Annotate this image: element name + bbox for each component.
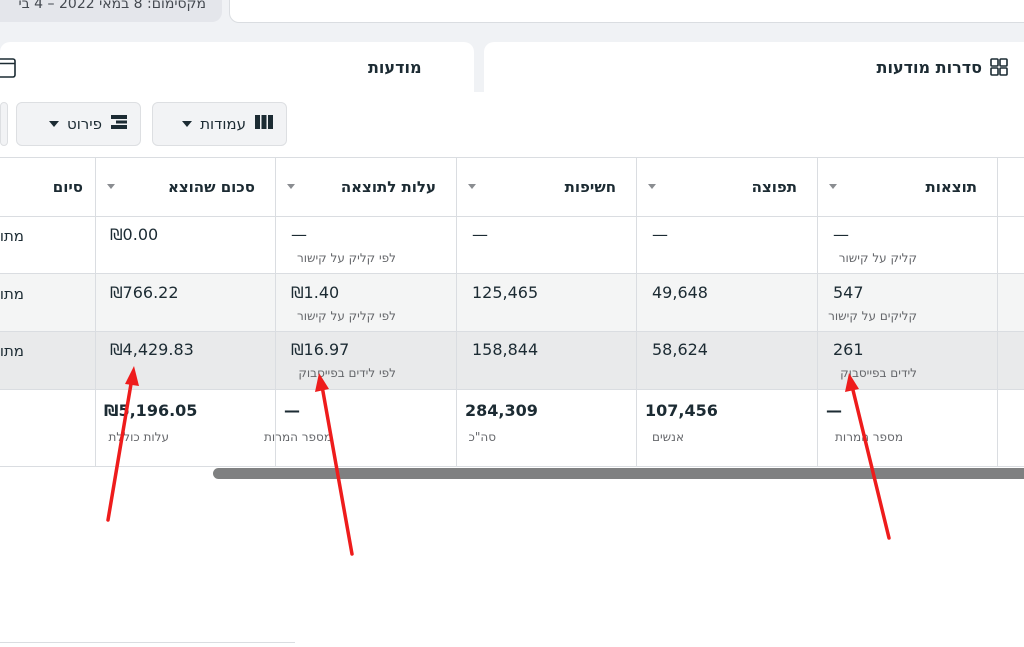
breakdown-button[interactable]: פירוט bbox=[16, 102, 141, 146]
reach-value: — bbox=[652, 225, 668, 244]
impressions-value: 125,465 bbox=[472, 283, 539, 302]
date-range-picker[interactable]: מקסימום: 8 במאי 2022 – 4 בי bbox=[0, 0, 222, 22]
tab-ad-sets-label: סדרות מודעות bbox=[876, 57, 982, 77]
spent-value: ₪0.00 bbox=[110, 225, 159, 244]
column-header-ends[interactable]: סיום bbox=[0, 157, 95, 216]
sort-icon[interactable] bbox=[107, 184, 115, 189]
impressions-value: 158,844 bbox=[472, 340, 539, 359]
ad-sets-icon bbox=[990, 58, 1008, 76]
reach-value: 49,648 bbox=[652, 283, 708, 302]
header-bottom-border bbox=[0, 216, 1024, 217]
column-header-amount-spent[interactable]: סכום שהוצא bbox=[95, 157, 275, 216]
cost-type: לפי קליק על קישור bbox=[296, 251, 396, 265]
results-type: לידים בפייסבוק bbox=[840, 366, 917, 380]
column-divider bbox=[997, 157, 998, 467]
sort-icon[interactable] bbox=[829, 184, 837, 189]
filter-search-box[interactable] bbox=[229, 0, 1024, 23]
columns-button[interactable]: עמודות bbox=[152, 102, 287, 146]
breakdown-label: פירוט bbox=[66, 115, 102, 133]
total-impressions-value: 284,309 bbox=[465, 401, 538, 420]
toolbar-button-partial[interactable] bbox=[0, 102, 8, 146]
row-border bbox=[0, 331, 1024, 332]
total-impressions-label: סה"כ bbox=[468, 430, 497, 444]
cost-type: לפי קליק על קישור bbox=[296, 309, 396, 323]
annotation-arrow-results bbox=[845, 373, 891, 540]
tab-ad-sets[interactable]: סדרות מודעות bbox=[484, 42, 1024, 92]
spent-value: ₪4,429.83 bbox=[110, 340, 194, 359]
total-spent-label: עלות כוללת bbox=[108, 430, 169, 444]
sort-icon[interactable] bbox=[648, 184, 656, 189]
ends-value: מתו bbox=[0, 227, 24, 245]
columns-icon bbox=[254, 114, 274, 134]
results-type: קליקים על קישור bbox=[828, 309, 917, 323]
column-header-label: תוצאות bbox=[925, 177, 977, 196]
total-spent-value: ₪5,196.05 bbox=[104, 401, 198, 420]
sort-icon[interactable] bbox=[287, 184, 295, 189]
spent-value: ₪766.22 bbox=[110, 283, 179, 302]
chevron-down-icon bbox=[182, 121, 193, 127]
table-bottom-border bbox=[0, 466, 1024, 467]
results-type: קליק על קישור bbox=[838, 251, 917, 265]
columns-label: עמודות bbox=[200, 115, 246, 133]
column-header-label: חשיפות bbox=[564, 177, 616, 196]
ends-value: מתו bbox=[0, 342, 24, 360]
total-reach-label: אנשים bbox=[652, 430, 684, 444]
annotation-arrow-cost bbox=[315, 373, 354, 556]
column-header-results[interactable]: תוצאות bbox=[817, 157, 997, 216]
column-header-label: סיום bbox=[52, 177, 83, 196]
bottom-divider bbox=[0, 642, 295, 643]
row-border bbox=[0, 389, 1024, 390]
total-cost-value: — bbox=[284, 401, 300, 420]
cost-value: — bbox=[291, 225, 307, 244]
column-header-label: סכום שהוצא bbox=[167, 177, 255, 196]
column-header-impressions[interactable]: חשיפות bbox=[456, 157, 636, 216]
breakdown-icon bbox=[110, 114, 128, 134]
horizontal-scrollbar[interactable] bbox=[213, 468, 1024, 479]
reach-value: 58,624 bbox=[652, 340, 708, 359]
column-header-label: עלות לתוצאה bbox=[340, 177, 436, 196]
ends-value: מתו bbox=[0, 285, 24, 303]
column-header-label: תפוצה bbox=[751, 177, 797, 196]
total-cost-label: מספר המרות bbox=[264, 430, 332, 444]
impressions-value: — bbox=[472, 225, 488, 244]
results-value: 547 bbox=[833, 283, 864, 302]
cost-type: לפי לידים בפייסבוק bbox=[298, 366, 396, 380]
sort-icon[interactable] bbox=[468, 184, 476, 189]
chevron-down-icon bbox=[48, 121, 59, 127]
total-results-label: מספר המרות bbox=[835, 430, 903, 444]
row-border bbox=[0, 273, 1024, 274]
cost-value: ₪1.40 bbox=[291, 283, 340, 302]
total-reach-value: 107,456 bbox=[645, 401, 718, 420]
results-value: 261 bbox=[833, 340, 864, 359]
results-value: — bbox=[833, 225, 849, 244]
ads-window-icon bbox=[0, 58, 16, 78]
total-results-value: — bbox=[826, 401, 842, 420]
column-header-reach[interactable]: תפוצה bbox=[636, 157, 817, 216]
cost-value: ₪16.97 bbox=[291, 340, 350, 359]
column-header-cost-per-result[interactable]: עלות לתוצאה bbox=[275, 157, 456, 216]
tab-ads-label: מודעות bbox=[368, 58, 422, 77]
date-range-text: מקסימום: 8 במאי 2022 – 4 בי bbox=[18, 0, 206, 12]
